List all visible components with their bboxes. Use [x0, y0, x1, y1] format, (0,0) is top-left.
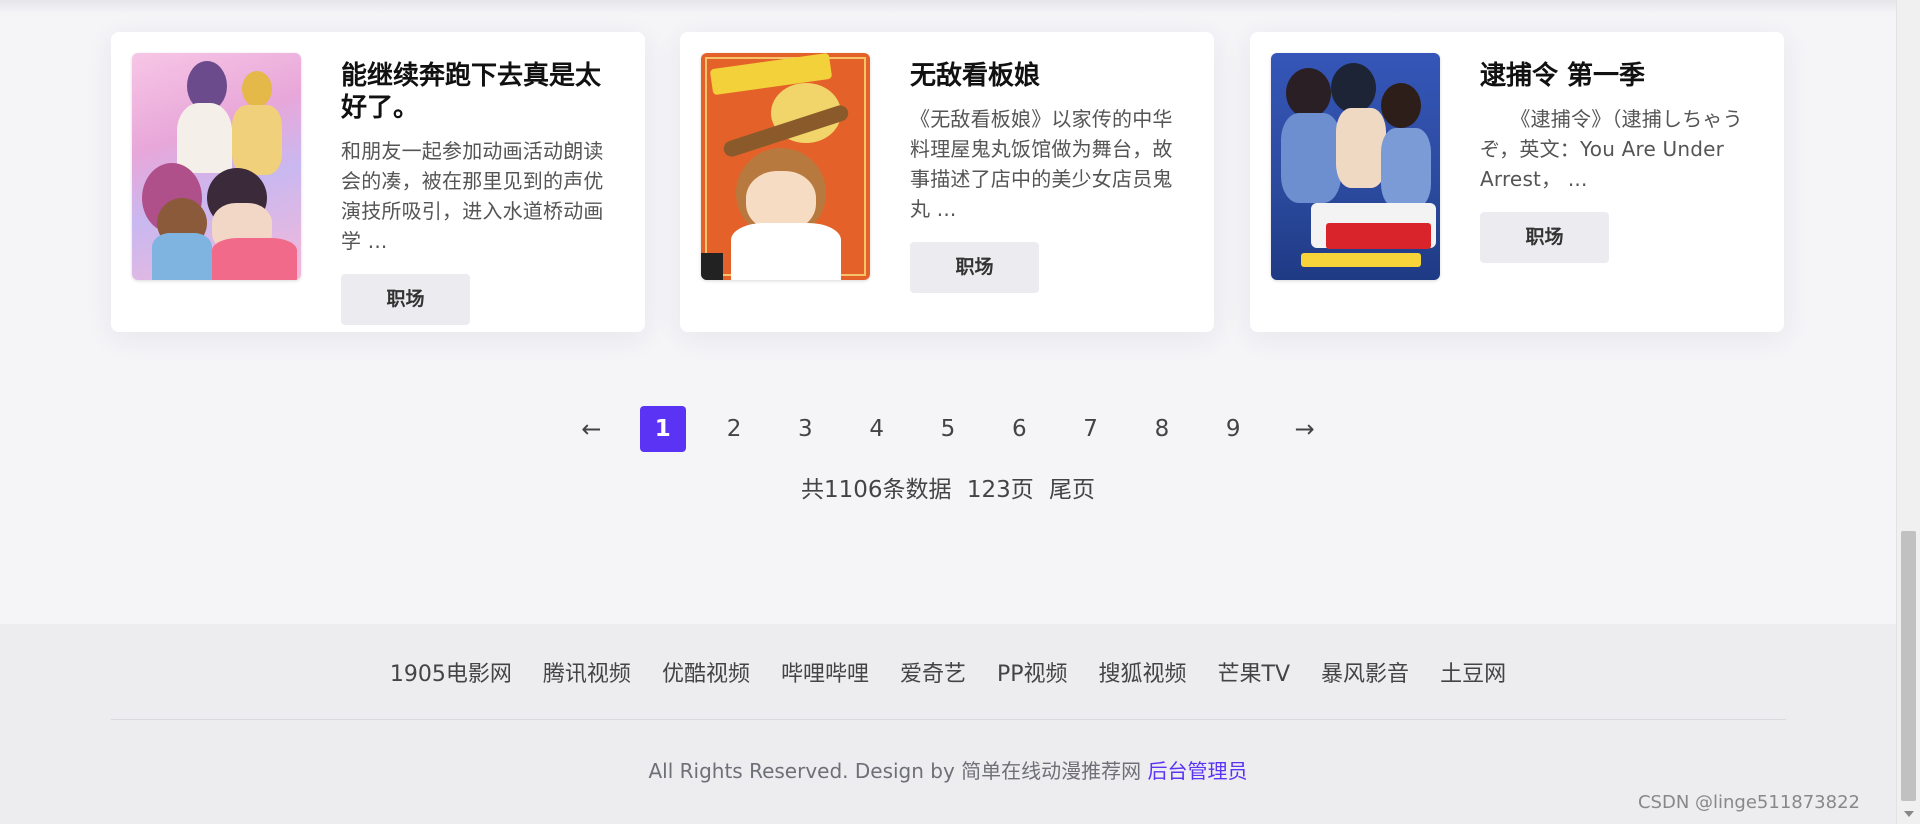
- footer-links: 1905电影网 腾讯视频 优酷视频 哔哩哔哩 爱奇艺 PP视频 搜狐视频 芒果T…: [0, 656, 1896, 688]
- page-button-4[interactable]: 4: [854, 406, 900, 452]
- anime-poster-image[interactable]: [701, 53, 870, 280]
- anime-card[interactable]: 逮捕令 第一季 《逮捕令》（逮捕しちゃうぞ，英文：You Are Under A…: [1250, 32, 1784, 332]
- page: 能继续奔跑下去真是太好了。 和朋友一起参加动画活动朗读会的凑，被在那里见到的声优…: [0, 0, 1896, 824]
- page-button-9[interactable]: 9: [1210, 406, 1256, 452]
- prev-page-button[interactable]: ←: [568, 406, 614, 452]
- footer-link-baofeng[interactable]: 暴风影音: [1321, 656, 1409, 688]
- total-records-text: 共1106条数据: [800, 477, 952, 503]
- scrollbar-thumb[interactable]: [1901, 531, 1916, 801]
- watermark: CSDN @linge511873822: [1637, 792, 1860, 813]
- anime-poster-image[interactable]: [1271, 53, 1440, 280]
- page-button-7[interactable]: 7: [1068, 406, 1114, 452]
- scroll-down-arrow-icon[interactable]: [1904, 811, 1914, 817]
- last-page-link[interactable]: 尾页: [1049, 477, 1095, 503]
- footer-divider: [111, 719, 1786, 720]
- footer-link-iqiyi[interactable]: 爱奇艺: [900, 656, 966, 688]
- genre-tag-button[interactable]: 职场: [341, 274, 470, 325]
- footer-link-1905[interactable]: 1905电影网: [390, 656, 512, 688]
- footer-link-mango[interactable]: 芒果TV: [1218, 656, 1291, 688]
- copyright-text: All Rights Reserved. Design by 简单在线动漫推荐网: [648, 759, 1142, 783]
- anime-title[interactable]: 能继续奔跑下去真是太好了。: [341, 60, 611, 124]
- footer-link-tudou[interactable]: 土豆网: [1440, 656, 1506, 688]
- top-edge-shadow: [0, 0, 1896, 14]
- vertical-scrollbar[interactable]: [1896, 0, 1920, 824]
- anime-title[interactable]: 逮捕令 第一季: [1480, 60, 1750, 92]
- anime-description: 和朋友一起参加动画活动朗读会的凑，被在那里见到的声优演技所吸引，进入水道桥动画学…: [341, 139, 604, 253]
- genre-tag-button[interactable]: 职场: [910, 242, 1039, 293]
- anime-card-grid: 能继续奔跑下去真是太好了。 和朋友一起参加动画活动朗读会的凑，被在那里见到的声优…: [111, 32, 1784, 332]
- page-button-1[interactable]: 1: [639, 406, 686, 452]
- pagination: ← 1 2 3 4 5 6 7 8 9 →: [0, 406, 1896, 452]
- anime-poster-image[interactable]: [132, 53, 301, 280]
- footer-link-pptv[interactable]: PP视频: [997, 656, 1068, 688]
- anime-description: 《逮捕令》（逮捕しちゃうぞ，英文：You Are Under Arrest， .…: [1480, 107, 1743, 191]
- footer-link-sohu[interactable]: 搜狐视频: [1099, 656, 1187, 688]
- page-button-2[interactable]: 2: [711, 406, 757, 452]
- card-body: 能继续奔跑下去真是太好了。 和朋友一起参加动画活动朗读会的凑，被在那里见到的声优…: [341, 60, 611, 325]
- card-body: 无敌看板娘 《无敌看板娘》以家传的中华料理屋鬼丸饭馆做为舞台，故事描述了店中的美…: [910, 60, 1180, 293]
- footer-link-tencent[interactable]: 腾讯视频: [543, 656, 631, 688]
- admin-link[interactable]: 后台管理员: [1148, 759, 1248, 783]
- anime-title[interactable]: 无敌看板娘: [910, 60, 1180, 92]
- page-button-8[interactable]: 8: [1139, 406, 1185, 452]
- card-body: 逮捕令 第一季 《逮捕令》（逮捕しちゃうぞ，英文：You Are Under A…: [1480, 60, 1750, 263]
- footer-copyright: All Rights Reserved. Design by 简单在线动漫推荐网…: [0, 755, 1896, 784]
- page-button-3[interactable]: 3: [782, 406, 828, 452]
- page-button-6[interactable]: 6: [996, 406, 1042, 452]
- page-button-5[interactable]: 5: [925, 406, 971, 452]
- footer-link-youku[interactable]: 优酷视频: [662, 656, 750, 688]
- anime-card[interactable]: 能继续奔跑下去真是太好了。 和朋友一起参加动画活动朗读会的凑，被在那里见到的声优…: [111, 32, 645, 332]
- pagination-summary: 共1106条数据 123页 尾页: [0, 470, 1896, 504]
- anime-description: 《无敌看板娘》以家传的中华料理屋鬼丸饭馆做为舞台，故事描述了店中的美少女店员鬼丸…: [910, 107, 1173, 221]
- total-pages-text: 123页: [966, 477, 1034, 503]
- genre-tag-button[interactable]: 职场: [1480, 212, 1609, 263]
- footer-link-bilibili[interactable]: 哔哩哔哩: [781, 656, 869, 688]
- footer: 1905电影网 腾讯视频 优酷视频 哔哩哔哩 爱奇艺 PP视频 搜狐视频 芒果T…: [0, 624, 1896, 824]
- anime-card[interactable]: 无敌看板娘 《无敌看板娘》以家传的中华料理屋鬼丸饭馆做为舞台，故事描述了店中的美…: [680, 32, 1214, 332]
- next-page-button[interactable]: →: [1282, 406, 1328, 452]
